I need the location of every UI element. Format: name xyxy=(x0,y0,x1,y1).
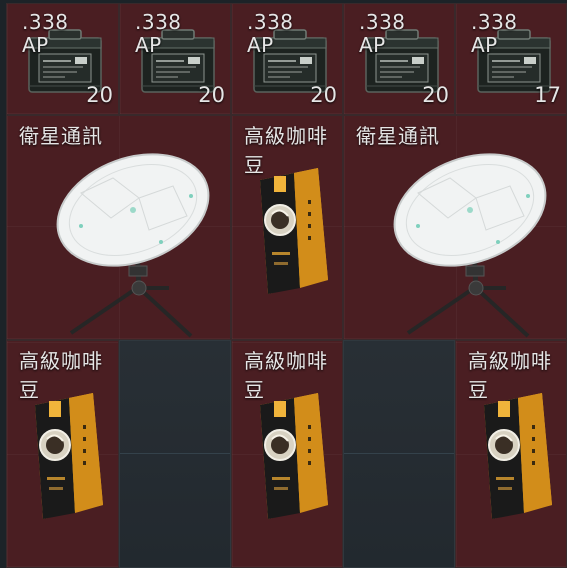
item-name: 高級咖啡豆 xyxy=(244,124,328,177)
coffee-bag-icon xyxy=(483,392,553,520)
satellite-dish-icon xyxy=(378,138,554,338)
item-name: 高級咖啡豆 xyxy=(468,349,552,402)
coffee-slot[interactable]: 高級咖啡豆 xyxy=(231,340,343,568)
ammo-caliber: .338 xyxy=(359,10,406,34)
ammo-slot[interactable]: .338 AP 17 xyxy=(455,3,567,115)
ammo-slot[interactable]: .338 AP 20 xyxy=(119,3,231,115)
ammo-caliber: .338 xyxy=(247,10,294,34)
satellite-dish-icon xyxy=(41,138,217,338)
ammo-slot[interactable]: .338 AP 20 xyxy=(6,3,119,115)
item-name: 衛星通訊 xyxy=(356,124,440,148)
stack-count: 20 xyxy=(86,83,113,107)
stack-count: 17 xyxy=(534,83,561,107)
stack-count: 20 xyxy=(198,83,225,107)
item-name: 衛星通訊 xyxy=(19,124,103,148)
ammo-type: AP xyxy=(359,33,386,57)
ammo-type: AP xyxy=(135,33,162,57)
item-name: 高級咖啡豆 xyxy=(244,349,328,402)
satellite-slot[interactable]: 衛星通訊 xyxy=(343,115,567,340)
coffee-bag-icon xyxy=(259,167,329,295)
ammo-type: AP xyxy=(471,33,498,57)
empty-slot[interactable] xyxy=(119,340,231,568)
ammo-caliber: .338 xyxy=(22,10,69,34)
inventory-grid: .338 AP 20 .338 AP 20 .338 AP 20 .338 AP… xyxy=(0,0,567,568)
ammo-type: AP xyxy=(247,33,274,57)
stack-count: 20 xyxy=(310,83,337,107)
ammo-caliber: .338 xyxy=(471,10,518,34)
ammo-type: AP xyxy=(22,33,49,57)
coffee-bag-icon xyxy=(34,392,104,520)
ammo-slot[interactable]: .338 AP 20 xyxy=(231,3,343,115)
coffee-bag-icon xyxy=(259,392,329,520)
slot-divider xyxy=(344,453,454,454)
coffee-slot[interactable]: 高級咖啡豆 xyxy=(455,340,567,568)
coffee-slot[interactable]: 高級咖啡豆 xyxy=(6,340,119,568)
ammo-slot[interactable]: .338 AP 20 xyxy=(343,3,455,115)
satellite-slot[interactable]: 衛星通訊 xyxy=(6,115,231,340)
stack-count: 20 xyxy=(422,83,449,107)
item-name: 高級咖啡豆 xyxy=(19,349,103,402)
slot-divider xyxy=(120,453,230,454)
empty-slot[interactable] xyxy=(343,340,455,568)
ammo-caliber: .338 xyxy=(135,10,182,34)
coffee-slot[interactable]: 高級咖啡豆 xyxy=(231,115,343,340)
